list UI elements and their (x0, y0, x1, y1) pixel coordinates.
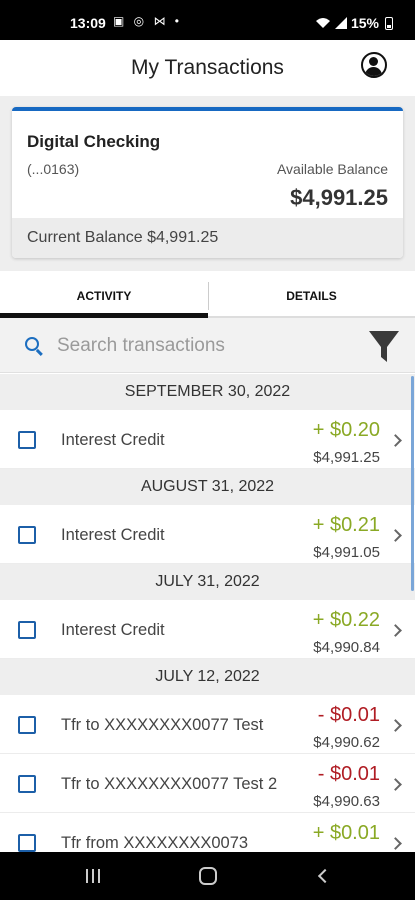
battery-percent: 15% (350, 15, 379, 31)
transaction-description: Interest Credit (61, 526, 165, 544)
account-card[interactable]: Digital Checking (...0163) Available Bal… (12, 107, 403, 258)
transaction-description: Interest Credit (61, 621, 165, 639)
transaction-row[interactable]: Tfr from XXXXXXXX0073 + $0.01 (0, 813, 415, 852)
transaction-row[interactable]: Interest Credit + $0.22 $4,990.84 (0, 600, 415, 659)
battery-icon (385, 16, 393, 30)
available-balance: $4,991.25 (290, 185, 388, 210)
home-icon[interactable] (199, 867, 217, 885)
wifi-icon (315, 18, 330, 28)
chevron-right-icon[interactable] (389, 529, 402, 542)
transaction-row[interactable]: Interest Credit + $0.20 $4,991.25 (0, 410, 415, 469)
search-input[interactable] (57, 332, 347, 360)
date-header: JULY 31, 2022 (0, 564, 415, 600)
system-nav-bar (0, 852, 415, 900)
date-header: SEPTEMBER 30, 2022 (0, 374, 415, 410)
status-right: 15% (315, 15, 393, 31)
notification-icons: ▣ ◎ ⋈ • (113, 14, 183, 28)
profile-torso (365, 67, 382, 76)
transaction-row[interactable]: Interest Credit + $0.21 $4,991.05 (0, 505, 415, 564)
profile-icon[interactable] (361, 52, 387, 78)
transaction-description: Tfr from XXXXXXXX0073 (61, 834, 249, 852)
chevron-right-icon[interactable] (389, 837, 402, 850)
transaction-amount: + $0.20 (312, 419, 380, 441)
scroll-indicator[interactable] (411, 376, 414, 591)
transaction-amount: - $0.01 (317, 704, 380, 726)
status-time: 13:09 (70, 15, 106, 31)
account-name: Digital Checking (27, 132, 161, 151)
select-checkbox[interactable] (18, 716, 36, 734)
transaction-list[interactable]: SEPTEMBER 30, 2022 Interest Credit + $0.20… (0, 374, 415, 852)
current-balance: Current Balance $4,991.25 (12, 218, 403, 258)
transaction-description: Tfr to XXXXXXXX0077 Test (61, 716, 264, 734)
account-number: (...0163) (27, 161, 80, 177)
back-icon[interactable] (317, 868, 333, 884)
tab-divider (208, 282, 209, 310)
select-checkbox[interactable] (18, 621, 36, 639)
available-balance-label: Available Balance (276, 161, 388, 177)
transaction-amount: - $0.01 (317, 763, 380, 785)
transaction-amount: + $0.01 (312, 822, 380, 844)
tab-details[interactable]: DETAILS (208, 280, 415, 318)
transaction-amount: + $0.22 (312, 609, 380, 631)
running-balance: $4,990.63 (313, 793, 380, 810)
tab-activity[interactable]: ACTIVITY (0, 280, 208, 318)
date-header: AUGUST 31, 2022 (0, 469, 415, 505)
chevron-right-icon[interactable] (389, 624, 402, 637)
select-checkbox[interactable] (18, 526, 36, 544)
transaction-description: Interest Credit (61, 431, 165, 449)
transaction-description: Tfr to XXXXXXXX0077 Test 2 (61, 775, 278, 793)
date-header: JULY 12, 2022 (0, 659, 415, 695)
chevron-right-icon[interactable] (389, 719, 402, 732)
chevron-right-icon[interactable] (389, 778, 402, 791)
search-icon[interactable] (25, 337, 39, 351)
running-balance: $4,990.62 (313, 734, 380, 751)
select-checkbox[interactable] (18, 431, 36, 449)
signal-icon (334, 17, 347, 29)
select-checkbox[interactable] (18, 834, 36, 852)
running-balance: $4,991.25 (313, 449, 380, 466)
transaction-row[interactable]: Tfr to XXXXXXXX0077 Test 2 - $0.01 $4,990.… (0, 754, 415, 813)
chevron-right-icon[interactable] (389, 434, 402, 447)
select-checkbox[interactable] (18, 775, 36, 793)
search-bar (0, 318, 415, 373)
status-bar: 13:09 ▣ ◎ ⋈ • 15% (0, 0, 415, 40)
running-balance: $4,991.05 (313, 544, 380, 561)
app-bar: My Transactions (0, 40, 415, 96)
running-balance: $4,990.84 (313, 639, 380, 656)
filter-icon[interactable] (368, 330, 400, 364)
transaction-row[interactable]: Tfr to XXXXXXXX0077 Test - $0.01 $4,990.62 (0, 695, 415, 754)
transaction-amount: + $0.21 (312, 514, 380, 536)
recents-icon[interactable] (85, 869, 101, 883)
page-title: My Transactions (131, 56, 284, 79)
profile-head (369, 57, 378, 66)
